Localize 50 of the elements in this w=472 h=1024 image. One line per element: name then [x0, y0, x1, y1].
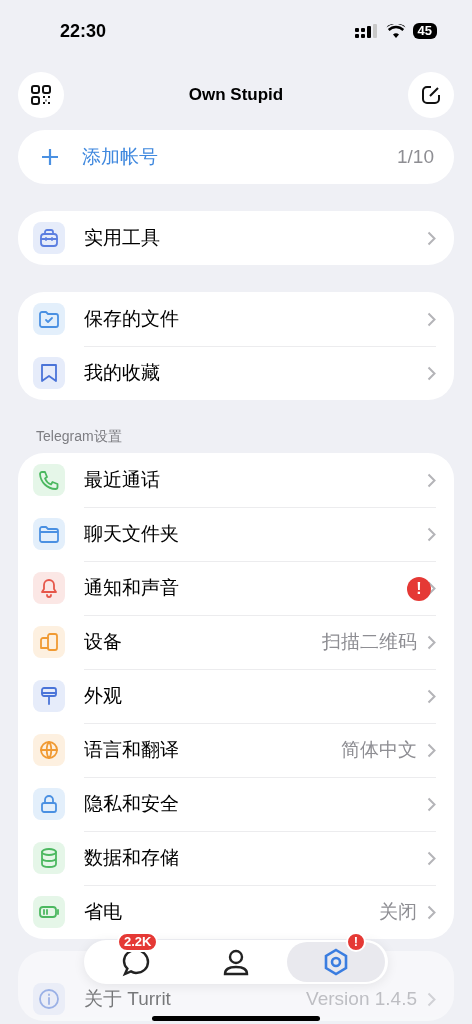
folder-icon: [33, 518, 65, 550]
chevron-icon: [427, 851, 436, 866]
settings-row[interactable]: 外观: [18, 669, 454, 723]
settings-row[interactable]: 我的收藏: [18, 346, 454, 400]
chevron-icon: [427, 527, 436, 542]
globe-icon: [33, 734, 65, 766]
settings-row[interactable]: 语言和翻译 简体中文: [18, 723, 454, 777]
database-icon: [33, 842, 65, 874]
folder-check-icon: [33, 303, 65, 335]
settings-row[interactable]: 数据和存储: [18, 831, 454, 885]
qr-code-icon: [29, 83, 53, 107]
section-header: Telegram设置: [35, 427, 123, 446]
chevron-icon: [427, 230, 436, 246]
settings-row[interactable]: 实用工具: [18, 211, 454, 265]
chevron-icon: [427, 991, 436, 1007]
wifi-icon: [385, 24, 406, 38]
phone-icon: [33, 464, 65, 496]
bell-icon: [33, 572, 65, 604]
settings-row[interactable]: 最近通话: [18, 453, 454, 507]
edit-icon: [419, 83, 443, 107]
settings-row[interactable]: 通知和声音 !: [18, 561, 454, 615]
bookmark-icon: [33, 357, 65, 389]
profile-name: Own Stupid: [188, 84, 284, 107]
chevron-icon: [427, 581, 436, 596]
qr-code-button[interactable]: [18, 72, 64, 118]
settings-row[interactable]: 保存的文件: [18, 292, 454, 346]
settings-row[interactable]: 隐私和安全: [18, 777, 454, 831]
chevron-icon: [427, 797, 436, 812]
alert-badge: !: [407, 576, 431, 601]
lock-icon: [33, 788, 65, 820]
toolbox-icon: [33, 222, 65, 254]
count-badge: 2.2K: [117, 932, 159, 952]
status-time: 22:30: [60, 19, 107, 43]
chevron-icon: [427, 635, 436, 650]
battery-icon: [33, 896, 65, 928]
brush-icon: [33, 680, 65, 712]
battery-indicator: 45: [412, 23, 437, 39]
info-icon: [33, 983, 65, 1015]
add-account-button[interactable]: 添加帐号 1/10: [18, 130, 454, 184]
chevron-icon: [427, 366, 436, 381]
chevron-icon: [427, 743, 436, 758]
edit-button[interactable]: [408, 72, 454, 118]
chevron-icon: [427, 472, 436, 488]
chevron-icon: [427, 689, 436, 704]
settings-row[interactable]: 设备 扫描二维码: [18, 615, 454, 669]
settings-row[interactable]: 聊天文件夹: [18, 507, 454, 561]
chevron-icon: [427, 905, 436, 920]
chevron-icon: [427, 311, 436, 327]
signal-icon: [354, 24, 379, 38]
devices-icon: [33, 626, 65, 658]
